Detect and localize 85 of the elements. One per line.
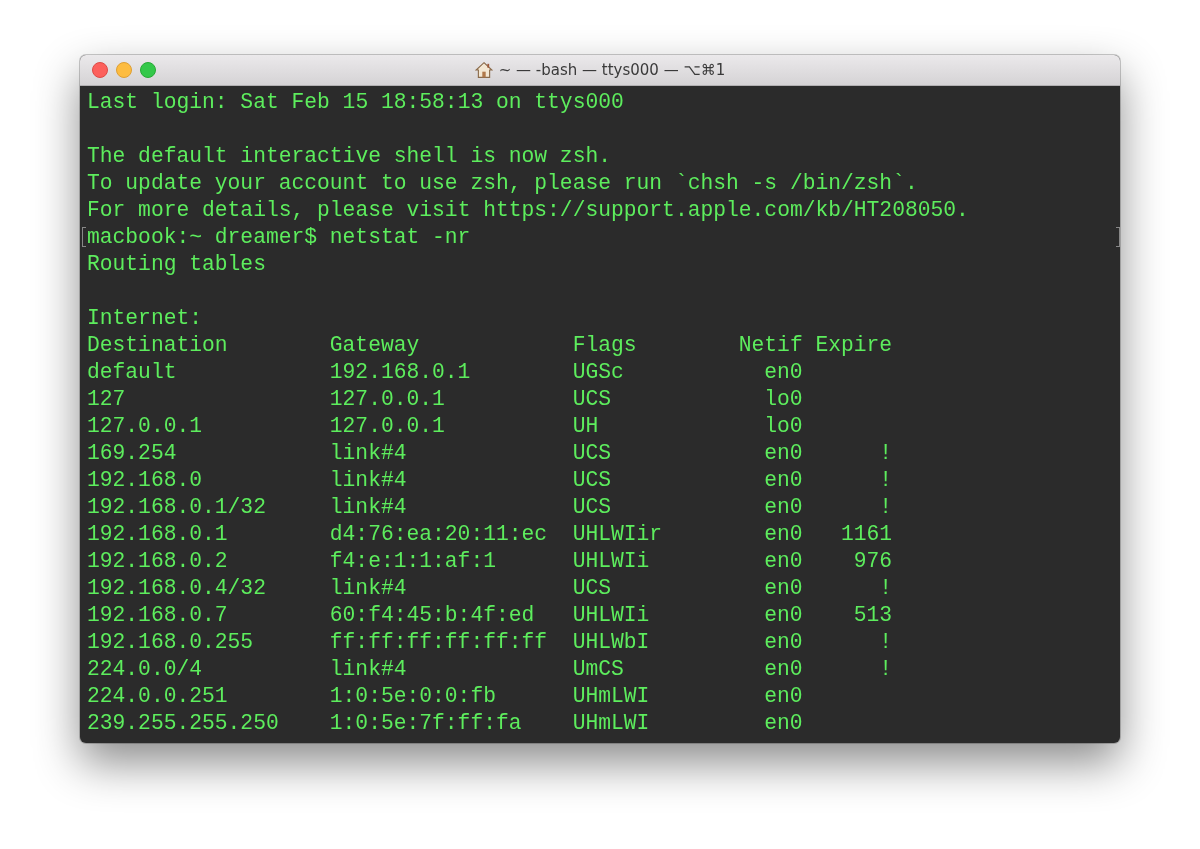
window-title: ~ — -bash — ttys000 — ⌥⌘1 [498,61,726,79]
table-cell-text: UHLWIi [572,548,651,575]
table-cell-text: 192.168.0.2 [87,548,229,575]
table-cell-text: en0 [763,656,803,683]
command-text: netstat -nr [329,224,471,251]
table-cell-text: en0 [763,521,803,548]
table-cell-text: UGSc [572,359,625,386]
table-cell-text: UHmLWI [572,683,651,710]
table-cell-text: en0 [763,440,803,467]
table-cell-text: d4:76:ea:20:11:ec [329,521,549,548]
table-cell-text: 192.168.0.1 [329,359,472,386]
table-cell-text: 976 [852,548,893,575]
table-cell-text: 127.0.0.1 [329,413,446,440]
table-cell-text: 60:f4:45:b:4f:ed [329,602,536,629]
table-cell-text: lo0 [763,386,803,413]
table-cell-text: UHLWIi [572,602,651,629]
table-cell-text: en0 [763,467,803,494]
table-cell-text: en0 [763,575,803,602]
bracket-mark-icon [1116,227,1120,247]
table-cell-text: ! [878,629,893,656]
table-cell-text: ff:ff:ff:ff:ff:ff [329,629,549,656]
table-cell-text: ! [878,440,893,467]
table-cell-text: en0 [763,710,803,737]
table-cell-text: 192.168.0 [87,467,204,494]
table-cell-text: UCS [572,494,612,521]
table-cell-text: link#4 [329,494,408,521]
table-cell-text: 224.0.0/4 [87,656,204,683]
table-cell-text: ! [878,575,893,602]
table-cell-text: en0 [763,683,803,710]
notice-line: For more details, please visit https://support.apple.com/kb/HT208050. [87,197,969,224]
column-header: Gateway [329,332,421,359]
table-cell-text: 224.0.0.251 [87,683,229,710]
table-cell-text: 1161 [839,521,893,548]
table-cell-text: 192.168.0.7 [87,602,229,629]
login-message: Last login: Sat Feb 15 18:58:13 on ttys000 [87,89,624,116]
table-cell-text: 1:0:5e:0:0:fb [329,683,497,710]
table-cell-text: default [87,359,178,386]
notice-line: To update your account to use zsh, please run `chsh -s /bin/zsh`. [87,170,918,197]
table-cell-text: link#4 [329,575,408,602]
table-cell-text: link#4 [329,467,408,494]
table-cell-text: f4:e:1:1:af:1 [329,548,497,575]
table-cell-text: 192.168.0.4/32 [87,575,267,602]
table-cell-text: UHmLWI [572,710,651,737]
table-cell-text: 239.255.255.250 [87,710,280,737]
column-header: Expire [815,332,893,359]
table-cell-text: en0 [763,494,803,521]
shell-prompt: macbook:~ dreamer$ [87,224,318,251]
table-cell-text: 169.254 [87,440,178,467]
table-cell-text: 192.168.0.255 [87,629,255,656]
table-cell-text: 192.168.0.1/32 [87,494,267,521]
table-cell-text: link#4 [329,440,408,467]
table-cell-text: UHLWIir [572,521,664,548]
column-header: Flags [572,332,638,359]
table-cell-text: en0 [763,548,803,575]
table-cell-text: ! [878,656,893,683]
table-cell-text: 192.168.0.1 [87,521,229,548]
table-cell-text: 127 [87,386,127,413]
table-cell-text: UCS [572,440,612,467]
table-cell-text: UH [572,413,600,440]
section-heading: Internet: [87,305,203,332]
column-header: Netif [738,332,803,359]
table-cell-text: ! [878,494,893,521]
zoom-button[interactable] [140,62,156,78]
table-cell-text: 127.0.0.1 [329,386,446,413]
table-cell-text: UCS [572,467,612,494]
table-cell-text: 513 [852,602,893,629]
table-cell-text: UCS [572,386,612,413]
table-cell-text: 1:0:5e:7f:ff:fa [329,710,523,737]
close-button[interactable] [92,62,108,78]
column-header: Destination [87,332,229,359]
table-cell-text: ! [878,467,893,494]
output-heading: Routing tables [87,251,266,278]
table-cell-text: UHLWbI [572,629,651,656]
table-cell-text: en0 [763,602,803,629]
home-icon [474,61,493,79]
table-cell-text: UmCS [572,656,625,683]
notice-line: The default interactive shell is now zsh. [87,143,611,170]
bracket-mark-icon [82,227,86,247]
table-cell-text: en0 [763,629,803,656]
table-cell-text: lo0 [763,413,803,440]
table-cell-text: UCS [572,575,612,602]
table-cell-text: link#4 [329,656,408,683]
minimize-button[interactable] [116,62,132,78]
table-cell-text: en0 [763,359,803,386]
table-cell-text: 127.0.0.1 [87,413,204,440]
